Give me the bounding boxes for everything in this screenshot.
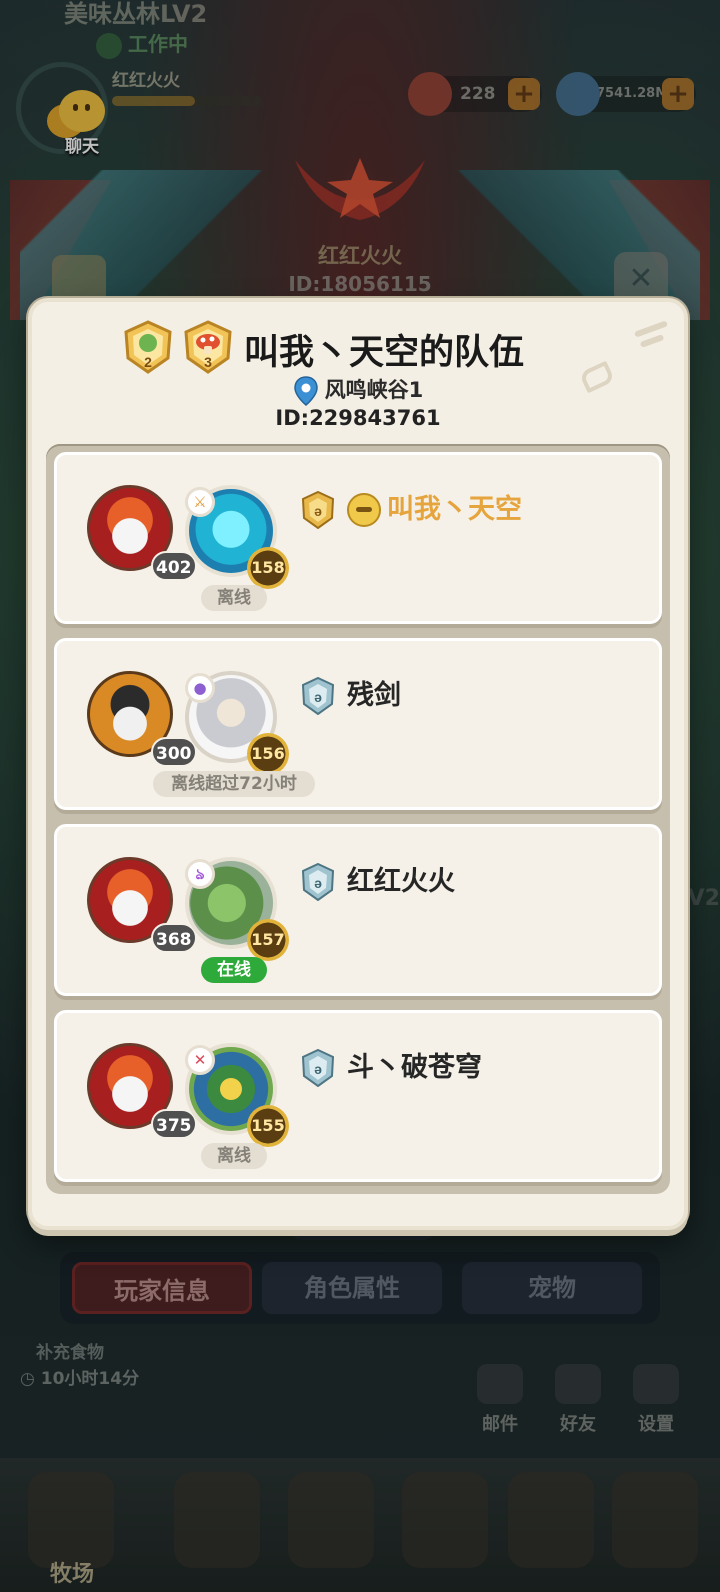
pet-level: 402	[151, 551, 197, 581]
team-badges: 2 3	[122, 320, 234, 374]
team-name: 叫我丶天空的队伍	[244, 333, 525, 373]
svg-text:ǝ: ǝ	[314, 503, 322, 519]
gold-rank-icon: ǝ	[301, 491, 335, 529]
pet-level: 368	[151, 923, 197, 953]
character-level: 157	[247, 919, 289, 961]
team-location-text: 风鸣峡谷1	[324, 378, 424, 402]
character-level: 156	[247, 733, 289, 775]
member-name: 斗丶破苍穹	[347, 1052, 482, 1083]
sword-icon: ⚔	[185, 487, 215, 517]
team-location: 风鸣峡谷1	[32, 374, 684, 406]
orb-icon: ●	[185, 673, 215, 703]
svg-text:ǝ: ǝ	[314, 1061, 322, 1077]
swirl-icon: ঌ	[185, 859, 215, 889]
team-mushroom-badge-icon: 3	[184, 320, 232, 374]
character-level: 155	[247, 1105, 289, 1147]
team-badge-level-1: 2	[144, 354, 152, 370]
silver-rank-icon: ǝ	[301, 677, 335, 715]
member-name: 叫我丶天空	[387, 494, 522, 525]
svg-text:ǝ: ǝ	[314, 875, 322, 891]
status-badge: 在线	[201, 957, 267, 983]
pet-level: 375	[151, 1109, 197, 1139]
leader-emote-icon	[347, 493, 381, 527]
member-name: 红红火火	[347, 866, 455, 897]
decoration	[639, 334, 665, 348]
cross-icon: ✕	[185, 1045, 215, 1075]
location-pin-icon	[293, 376, 318, 406]
status-badge: 离线	[201, 1143, 267, 1169]
team-modal: 2 3 叫我丶天空的队伍 风鸣峡谷1 ID:229843761 402 ⚔ 15…	[28, 298, 688, 1230]
member-list[interactable]: 402 ⚔ 158 离线 ǝ 叫我丶天空 300 ● 156 离线超过72小时	[46, 444, 670, 1194]
status-badge: 离线	[201, 585, 267, 611]
team-level-badge-icon: 2	[124, 320, 172, 374]
silver-rank-icon: ǝ	[301, 863, 335, 901]
team-id: ID:229843761	[275, 406, 441, 430]
silver-rank-icon: ǝ	[301, 1049, 335, 1087]
status-badge: 离线超过72小时	[153, 771, 315, 797]
character-level: 158	[247, 547, 289, 589]
member-card[interactable]: 375 ✕ 155 离线 ǝ 斗丶破苍穹	[54, 1010, 662, 1182]
member-card[interactable]: 402 ⚔ 158 离线 ǝ 叫我丶天空	[54, 452, 662, 624]
svg-text:ǝ: ǝ	[314, 689, 322, 705]
pet-level: 300	[151, 737, 197, 767]
member-card[interactable]: 368 ঌ 157 在线 ǝ 红红火火	[54, 824, 662, 996]
member-card[interactable]: 300 ● 156 离线超过72小时 ǝ 残剑	[54, 638, 662, 810]
member-name: 残剑	[347, 680, 401, 711]
team-badge-level-2: 3	[204, 354, 212, 370]
